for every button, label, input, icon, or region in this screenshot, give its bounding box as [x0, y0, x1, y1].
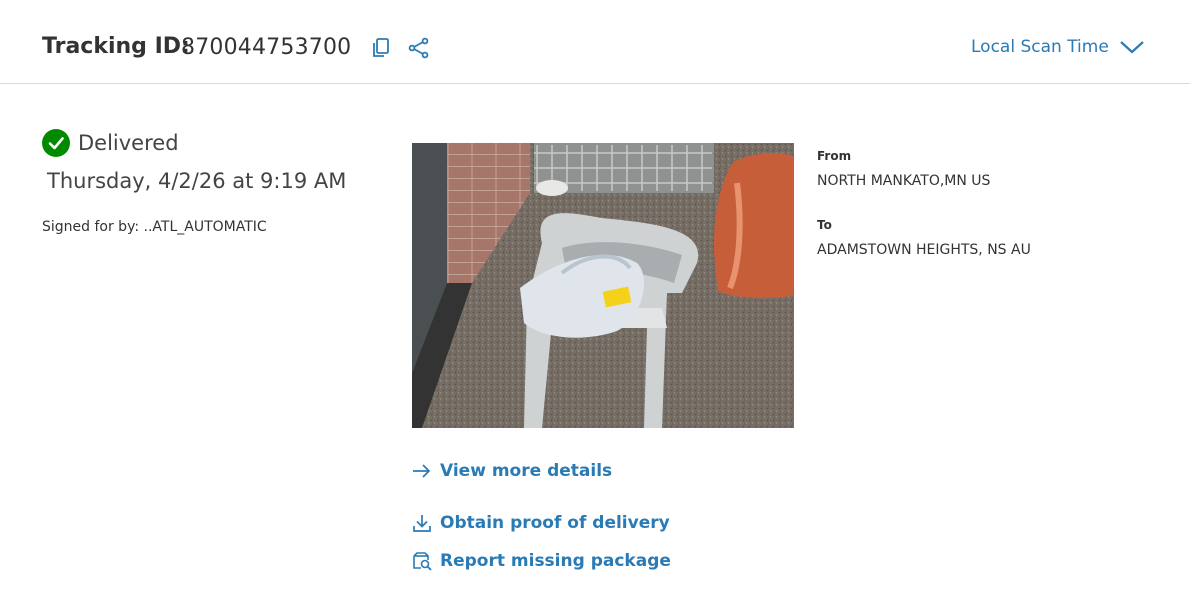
- view-details-link[interactable]: View more details: [412, 461, 612, 481]
- package-search-icon: [413, 552, 432, 571]
- tracking-header: Tracking ID: 870044753700 Local Scan Tim…: [0, 0, 1190, 84]
- from-address: NORTH MANKATO,MN US: [817, 173, 991, 189]
- download-icon: [413, 515, 431, 532]
- tracking-id-value: 870044753700: [181, 35, 352, 60]
- check-icon: [42, 129, 70, 157]
- report-missing-link[interactable]: Report missing package: [412, 551, 671, 571]
- delivery-status: Delivered: [78, 131, 179, 155]
- delivery-date: Thursday, 4/2/26 at 9:19 AM: [47, 169, 347, 193]
- scan-time-label: Local Scan Time: [971, 37, 1109, 57]
- signed-for-by: Signed for by: ..ATL_AUTOMATIC: [42, 219, 267, 235]
- report-missing-label: Report missing package: [440, 551, 671, 571]
- arrow-right-icon: [413, 464, 431, 478]
- local-scan-time-dropdown[interactable]: Local Scan Time: [971, 37, 1145, 57]
- proof-of-delivery-link[interactable]: Obtain proof of delivery: [412, 513, 670, 533]
- from-label: From: [817, 149, 852, 163]
- chevron-down-icon: [1120, 41, 1144, 54]
- delivery-photo[interactable]: [412, 143, 794, 428]
- view-details-label: View more details: [440, 461, 613, 481]
- to-address: ADAMSTOWN HEIGHTS, NS AU: [817, 242, 1031, 258]
- proof-of-delivery-label: Obtain proof of delivery: [440, 513, 670, 533]
- copy-icon[interactable]: [372, 38, 390, 62]
- share-icon[interactable]: [408, 37, 430, 63]
- to-label: To: [817, 218, 832, 232]
- tracking-id-label: Tracking ID:: [42, 34, 190, 59]
